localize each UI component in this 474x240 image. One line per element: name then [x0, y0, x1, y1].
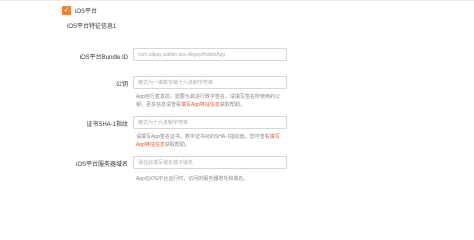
cert-sha1-placeholder: 格式为十六进制字符串	[138, 120, 189, 126]
cert-sha1-help-suffix: 获取帮助。	[164, 141, 190, 148]
public-key-help-link[interactable]: 填写App特征信息	[181, 102, 220, 108]
ios-platform-checkbox-label: iOS平台	[75, 9, 98, 15]
cert-sha1-label: 证书SHA-1指纹	[86, 122, 128, 128]
ios-platform-checkbox[interactable]: ✓	[62, 6, 71, 15]
top-divider	[0, 0, 474, 1]
server-domain-placeholder: 请在此填写域名或子域名	[138, 160, 194, 166]
public-key-placeholder: 格式为一串数字或十六进制字符串	[138, 80, 214, 86]
ios-section-title: iOS平台特征信息1	[67, 24, 117, 30]
server-domain-input[interactable]: 请在此填写域名或子域名	[133, 156, 287, 169]
public-key-help-suffix: 获取帮助。	[219, 101, 245, 108]
public-key-input[interactable]: 格式为一串数字或十六进制字符串	[133, 76, 287, 89]
bundle-id-input[interactable]: com.alipay.walletr.anc.AlipayMobileApp	[133, 48, 287, 61]
public-key-label: 公钥	[115, 82, 128, 88]
public-key-help: App自行签发前，需要为其进行数字签名，请填写签名所使用的公钥，更多信息请查看填…	[136, 94, 286, 109]
ios-platform-checkbox-row[interactable]: ✓ iOS平台	[62, 5, 97, 16]
cert-sha1-help: 请填写App签名证书，数字证书对的SHA-1指纹值。您可查看填写App特征信息获…	[136, 134, 286, 149]
server-domain-label: iOS平台服务器域名	[75, 162, 128, 168]
bundle-id-value: com.alipay.walletr.anc.AlipayMobileApp	[138, 51, 226, 58]
bundle-id-label: iOS平台Bundle ID	[79, 55, 128, 61]
server-domain-help: App在iOS平台运行时，访问的服务器地址和域名。	[136, 176, 249, 182]
cert-sha1-help-text: 请填写App签名证书，数字证书对的SHA-1指纹值。您可查看	[136, 134, 270, 140]
cert-sha1-input[interactable]: 格式为十六进制字符串	[133, 116, 287, 129]
